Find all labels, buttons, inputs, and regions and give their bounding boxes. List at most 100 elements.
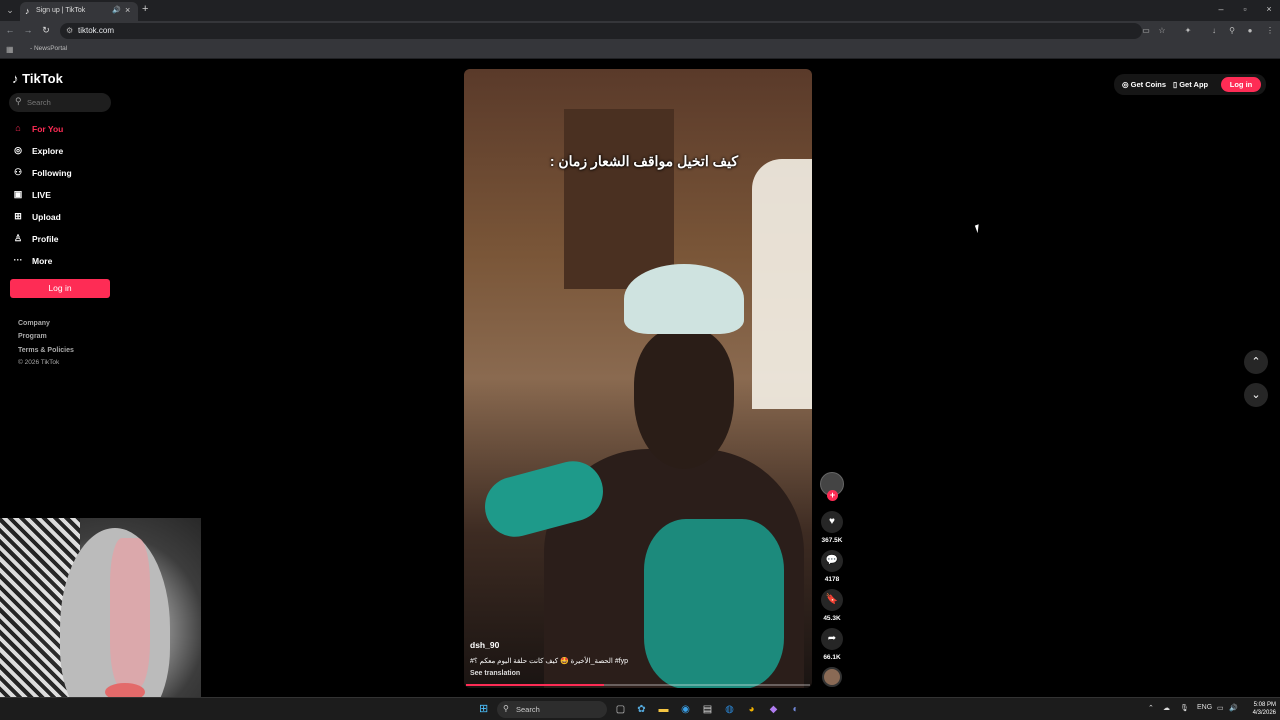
like-count: 367.5K [821, 537, 843, 544]
video-subject-head [634, 329, 734, 469]
windows-taskbar: ⊞ ⚲ Search ▢ ✿ ▬ ◉ ▤ ◍ ◕ ◆ ◐ ⌃ ☁ 🎙 ENG ▭… [0, 697, 1280, 720]
store-icon[interactable]: ▤ [701, 703, 714, 716]
language-indicator[interactable]: ENG [1197, 704, 1212, 711]
tab-close-icon[interactable]: × [125, 5, 130, 15]
see-translation-link[interactable]: See translation [470, 670, 520, 677]
url-text: tiktok.com [78, 26, 115, 35]
app-icon[interactable]: ◍ [723, 703, 736, 716]
minimize-icon[interactable]: – [1214, 4, 1228, 14]
video-subject-cloth [644, 519, 784, 688]
video-progress-bar[interactable] [466, 684, 810, 686]
copilot-icon[interactable]: ✿ [635, 703, 648, 716]
sidebar-login-button[interactable]: Log in [10, 279, 110, 298]
site-info-icon[interactable]: ⚙ [66, 26, 73, 35]
share-icon[interactable]: ➦ [821, 628, 843, 650]
apps-grid-icon[interactable]: ▦ [6, 45, 14, 54]
comment-count: 4178 [824, 576, 840, 583]
discord-icon[interactable]: ◐ [789, 703, 802, 716]
extensions-icon[interactable]: ✦ [1182, 26, 1194, 35]
volume-icon[interactable]: 🔊 [1229, 704, 1238, 712]
footer-company-link[interactable]: Company [18, 320, 50, 327]
back-icon[interactable]: ← [4, 25, 16, 35]
bookmark-star-icon[interactable]: ☆ [1156, 26, 1168, 35]
sidebar-item-label: Profile [32, 234, 59, 244]
browser-tab-bar: ⌄ ♪ Sign up | TikTok 🔊 × + – ▫ × [0, 0, 1280, 21]
file-explorer-icon[interactable]: ▬ [657, 703, 670, 716]
sidebar-item-label: More [32, 256, 53, 266]
tray-app-icon[interactable]: ☁ [1163, 704, 1170, 712]
footer-terms-link[interactable]: Terms & Policies [18, 347, 74, 354]
share-count: 66.1K [823, 654, 841, 661]
network-icon[interactable]: ▭ [1217, 704, 1224, 712]
tray-chevron-icon[interactable]: ⌃ [1148, 704, 1154, 712]
music-disc-icon[interactable] [822, 667, 842, 687]
taskbar-clock[interactable]: 5:08 PM 4/3/2026 [1242, 701, 1276, 717]
cast-icon[interactable]: ▭ [1140, 26, 1152, 35]
reload-icon[interactable]: ↻ [40, 25, 52, 36]
menu-icon[interactable]: ⋮ [1264, 26, 1276, 35]
get-coins-label: Get Coins [1130, 80, 1167, 89]
profile-icon: ♙ [13, 233, 23, 243]
mouse-cursor-icon [974, 222, 986, 234]
task-view-icon[interactable]: ▢ [614, 703, 627, 716]
window-close-icon[interactable]: × [1262, 4, 1276, 14]
tab-search-icon[interactable]: ⌄ [4, 4, 16, 16]
tab-title: Sign up | TikTok [36, 7, 86, 14]
get-coins-button[interactable]: ◎ Get Coins [1122, 80, 1166, 89]
sidebar-item-label: Following [32, 168, 72, 178]
video-progress-fill [466, 684, 604, 686]
comment-icon[interactable]: 💬 [821, 550, 843, 572]
copyright-text: © 2026 TikTok [18, 359, 60, 366]
microphone-icon[interactable]: 🎙 [1180, 704, 1189, 712]
follow-plus-icon[interactable]: + [827, 490, 838, 501]
windows-start-icon[interactable]: ⊞ [479, 703, 491, 715]
browser-nav-bar: ← → ↻ ⚙ tiktok.com ▭ ☆ ✦ ↓ ⚲ ● ⋮ [0, 21, 1280, 41]
top-login-button[interactable]: Log in [1221, 77, 1261, 92]
profile-avatar-icon[interactable]: ● [1244, 26, 1256, 35]
clock-time: 5:08 PM [1253, 702, 1276, 708]
following-icon: ⚇ [13, 167, 23, 177]
taskbar-search[interactable]: ⚲ Search [497, 701, 607, 718]
audio-icon[interactable]: 🔊 [112, 6, 121, 14]
sidebar-item-label: Explore [32, 146, 64, 156]
get-app-label: Get App [1179, 80, 1209, 89]
chrome-icon[interactable]: ◕ [745, 703, 758, 716]
bookmark-icon[interactable]: 🔖 [821, 589, 843, 611]
new-tab-icon[interactable]: + [142, 3, 148, 15]
restore-icon[interactable]: ▫ [1238, 4, 1252, 14]
search-input[interactable]: ⚲ Search [9, 93, 111, 112]
footer-program-link[interactable]: Program [18, 333, 47, 340]
clock-date: 4/3/2026 [1252, 710, 1276, 716]
live-icon: ▣ [13, 189, 23, 199]
download-icon[interactable]: ↓ [1208, 26, 1220, 35]
compass-icon: ◎ [14, 145, 22, 155]
bookmarks-bar: ▦ - NewsPortal [0, 41, 1280, 59]
translate-icon[interactable]: ⚲ [1226, 26, 1238, 35]
upload-icon: ⊞ [14, 211, 22, 221]
webcam-overlay [0, 518, 201, 720]
search-icon: ⚲ [15, 96, 22, 106]
sidebar-item-label: Upload [32, 212, 61, 222]
like-heart-icon[interactable]: ♥ [821, 511, 843, 533]
next-video-chevron-down-icon[interactable]: ⌄ [1244, 383, 1268, 407]
tiktok-favicon-icon: ♪ [25, 6, 30, 16]
video-username[interactable]: dsh_90 [470, 640, 499, 650]
logo-text: TikTok [22, 71, 63, 86]
forward-icon[interactable]: → [22, 25, 34, 35]
edge-icon[interactable]: ◉ [679, 703, 692, 716]
video-caption-overlay: كيف اتخيل مواقف الشعار زمان : [549, 153, 738, 169]
home-icon: ⌂ [15, 123, 21, 133]
browser-tab[interactable]: ♪ Sign up | TikTok 🔊 × [20, 2, 138, 21]
get-app-button[interactable]: ▯ Get App [1173, 80, 1208, 89]
address-bar[interactable]: ⚙ tiktok.com [60, 23, 1142, 39]
sidebar-item-label: LIVE [32, 190, 51, 200]
face-paint [110, 538, 150, 688]
bookmark-newsportal[interactable]: - NewsPortal [30, 45, 67, 52]
sidebar-item-label: For You [32, 124, 64, 134]
taskbar-search-icon: ⚲ [503, 704, 509, 713]
tiktok-logo[interactable]: ♪ TikTok [12, 71, 63, 86]
previous-video-chevron-up-icon[interactable]: ⌃ [1244, 350, 1268, 374]
video-background-shelf [564, 109, 674, 289]
video-description: #الحصة_الأخيرة 🤩 كيف كانت حلقة اليوم معك… [470, 658, 629, 665]
visual-studio-icon[interactable]: ◆ [767, 703, 780, 716]
